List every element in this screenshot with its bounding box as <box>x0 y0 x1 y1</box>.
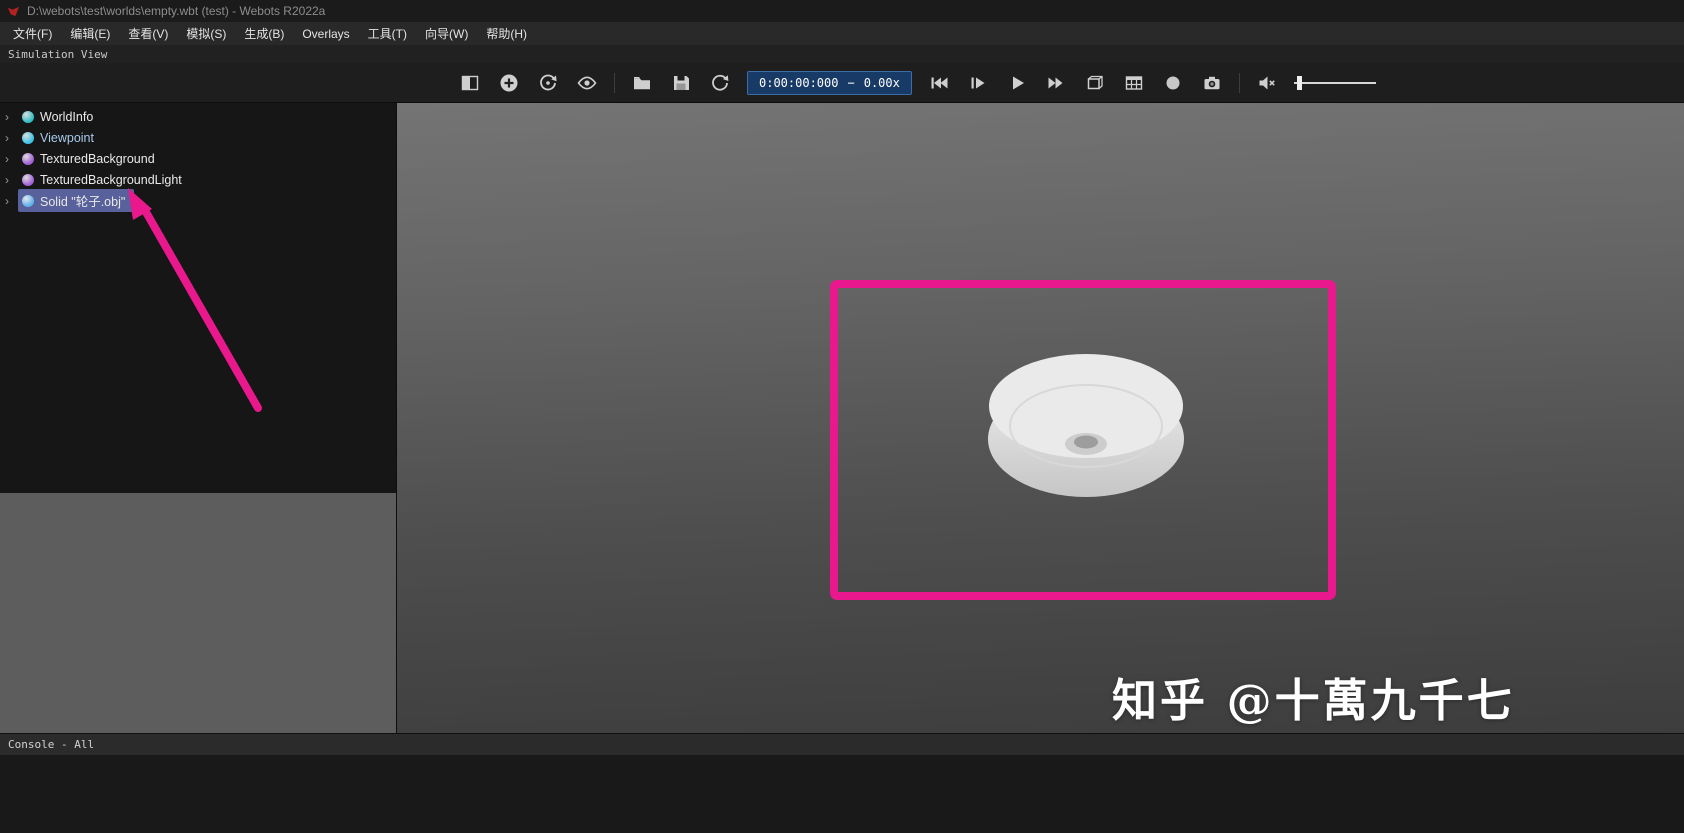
menu-item[interactable]: 查看(V) <box>119 22 177 45</box>
tree-item[interactable]: › Solid "轮子.obj" <box>0 189 396 212</box>
reset-simulation-icon[interactable] <box>536 71 560 95</box>
sound-mute-icon[interactable] <box>1255 71 1279 95</box>
3d-viewport[interactable] <box>397 103 1684 733</box>
title-bar: D:\webots\test\worlds\empty.wbt (test) -… <box>0 0 1684 22</box>
node-label: Solid "轮子.obj" <box>40 195 126 209</box>
step-icon[interactable] <box>966 71 990 95</box>
window-title: D:\webots\test\worlds\empty.wbt (test) -… <box>27 4 326 18</box>
scene-tree: › WorldInfo › Viewpoint › TexturedBackground ›… <box>0 103 396 493</box>
menu-item[interactable]: 模拟(S) <box>177 22 235 45</box>
menu-item[interactable]: 帮助(H) <box>477 22 536 45</box>
restore-layout-icon[interactable] <box>458 71 482 95</box>
node-icon <box>22 194 34 207</box>
node-icon <box>22 173 34 186</box>
simulation-time-display[interactable]: 0:00:00:000 − 0.00x <box>747 70 912 95</box>
save-world-icon[interactable] <box>669 71 693 95</box>
tree-item[interactable]: › Viewpoint <box>0 127 396 148</box>
menu-item[interactable]: Overlays <box>293 24 358 44</box>
webots-window: D:\webots\test\worlds\empty.wbt (test) -… <box>0 0 1684 833</box>
perspective-view-icon[interactable] <box>1083 71 1107 95</box>
simulation-time: 0:00:00:000 <box>759 75 839 90</box>
left-dock-empty <box>0 493 396 733</box>
main-toolbar: 0:00:00:000 − 0.00x <box>0 63 1684 103</box>
menu-item[interactable]: 编辑(E) <box>61 22 119 45</box>
tree-item[interactable]: › TexturedBackground <box>0 148 396 169</box>
console-output[interactable] <box>0 755 1684 833</box>
play-icon[interactable] <box>1005 71 1029 95</box>
wheel-3d-object[interactable] <box>986 346 1186 501</box>
menu-item[interactable]: 向导(W) <box>416 22 477 45</box>
main-area: › WorldInfo › Viewpoint › TexturedBackground ›… <box>0 103 1684 733</box>
volume-track <box>1293 81 1376 84</box>
console-tab-bar: Console - All <box>0 733 1684 755</box>
open-world-icon[interactable] <box>630 71 654 95</box>
screenshot-icon[interactable] <box>1200 71 1224 95</box>
node-label: WorldInfo <box>40 109 94 124</box>
grid-overlay-icon[interactable] <box>1122 71 1146 95</box>
expand-chevron-icon[interactable]: › <box>5 174 18 186</box>
expand-chevron-icon[interactable]: › <box>5 111 18 123</box>
tree-item[interactable]: › TexturedBackgroundLight <box>0 169 396 190</box>
simulation-view-tab[interactable]: Simulation View <box>8 48 107 61</box>
console-tab[interactable]: Console - All <box>8 738 94 751</box>
toolbar-separator <box>1238 72 1240 93</box>
fast-forward-icon[interactable] <box>1044 71 1068 95</box>
record-icon[interactable] <box>1161 71 1185 95</box>
time-speed-separator: − <box>847 75 855 90</box>
webots-logo-icon <box>7 6 20 16</box>
node-icon <box>22 131 34 144</box>
node-icon <box>22 152 34 165</box>
volume-handle[interactable] <box>1296 75 1302 90</box>
expand-chevron-icon[interactable]: › <box>5 132 18 144</box>
volume-slider[interactable] <box>1293 75 1376 91</box>
node-label: TexturedBackgroundLight <box>40 172 182 187</box>
menu-item[interactable]: 生成(B) <box>235 22 293 45</box>
node-label: TexturedBackground <box>40 151 155 166</box>
menu-item[interactable]: 工具(T) <box>359 22 416 45</box>
node-icon <box>22 110 34 123</box>
node-label: Viewpoint <box>40 130 94 145</box>
reload-world-icon[interactable] <box>708 71 732 95</box>
add-node-icon[interactable] <box>497 71 521 95</box>
tree-item[interactable]: › WorldInfo <box>0 106 396 127</box>
expand-chevron-icon[interactable]: › <box>5 153 18 165</box>
menu-item[interactable]: 文件(F) <box>4 22 61 45</box>
menu-bar: 文件(F) 编辑(E) 查看(V) 模拟(S) 生成(B) Overlays 工具(T) 向导… <box>0 22 1684 45</box>
expand-chevron-icon[interactable]: › <box>5 195 18 207</box>
toolbar-separator <box>614 72 615 93</box>
view-tab-row: Simulation View <box>0 45 1684 63</box>
show-rendering-icon[interactable] <box>575 71 599 95</box>
simulation-speed: 0.00x <box>863 75 900 90</box>
rewind-icon[interactable] <box>927 71 951 95</box>
